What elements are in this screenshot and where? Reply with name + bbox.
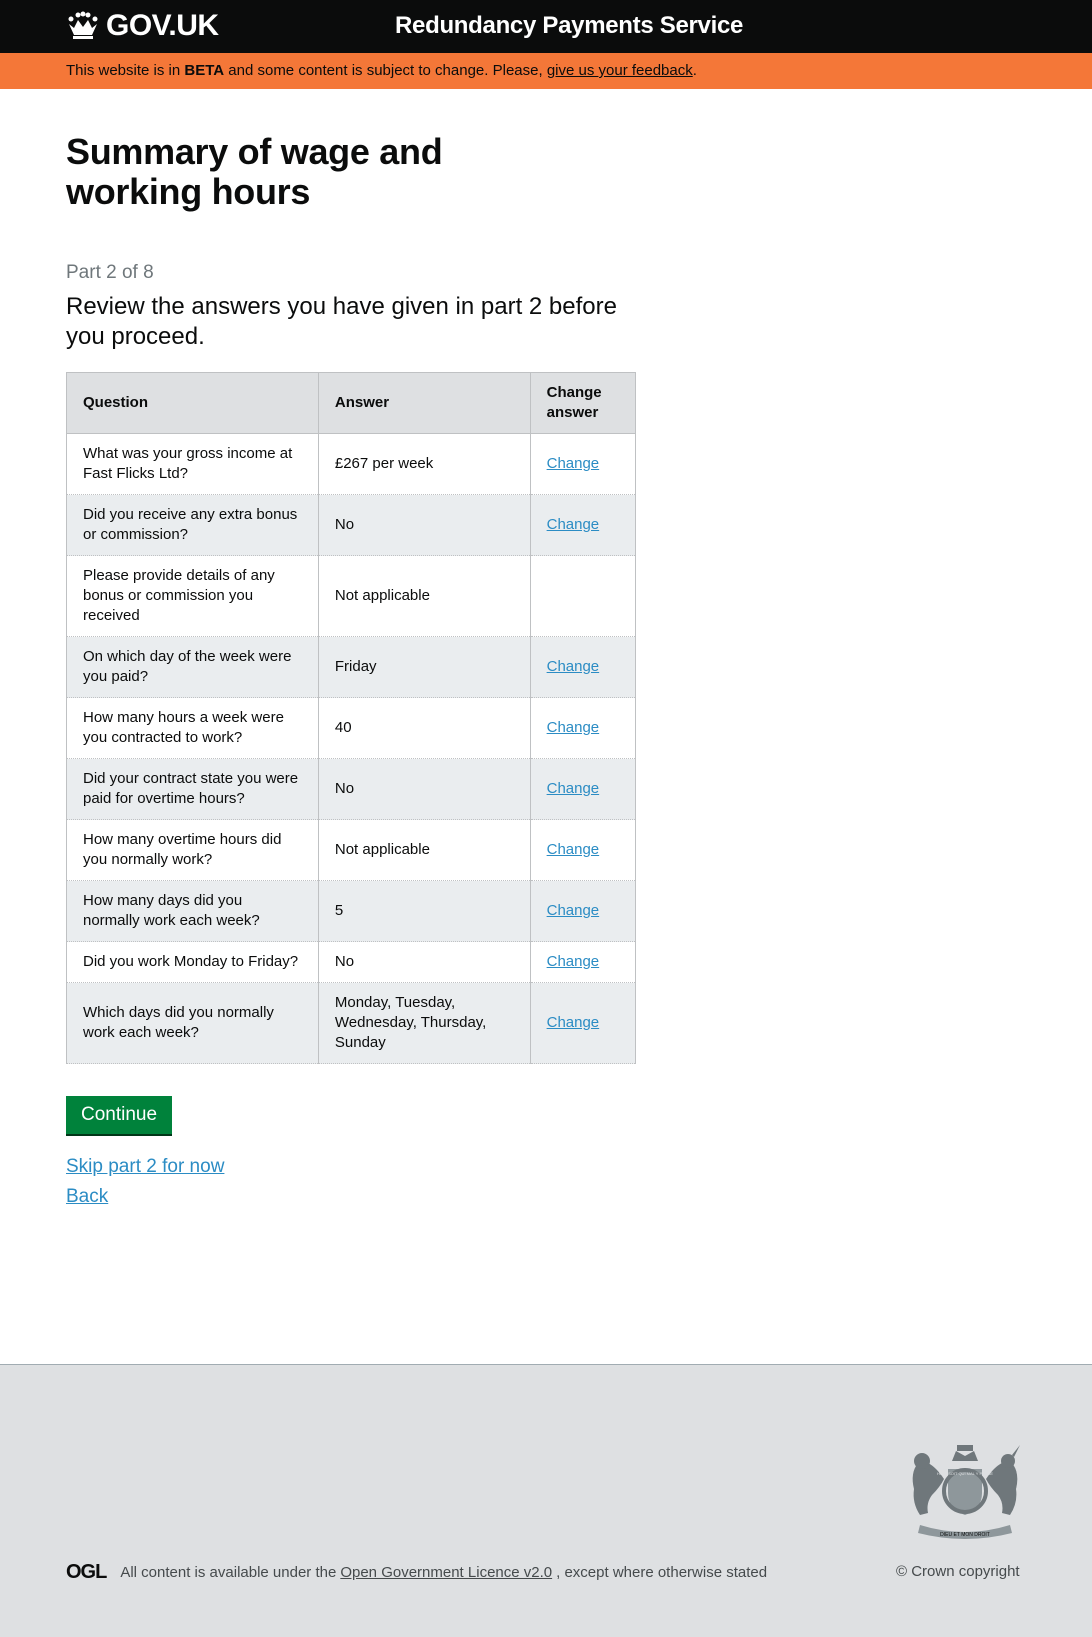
licence-prefix: All content is available under the [120, 1564, 337, 1581]
table-row: Did you receive any extra bonus or commi… [66, 494, 637, 556]
change-link[interactable]: Change [547, 455, 600, 472]
change-link[interactable]: Change [547, 780, 600, 797]
change-link[interactable]: Change [547, 658, 600, 675]
change-cell: Change [529, 982, 637, 1064]
change-link[interactable]: Change [547, 902, 600, 919]
change-cell: Change [529, 758, 637, 820]
change-cell: Change [529, 494, 637, 556]
secondary-links: Skip part 2 for now Back [66, 1152, 666, 1212]
licence-statement: OGL All content is available under the O… [66, 1561, 767, 1584]
question-cell: How many hours a week were you contracte… [66, 697, 319, 759]
licence-suffix: , except where otherwise stated [556, 1564, 768, 1581]
answer-cell: 5 [317, 880, 531, 942]
table-row: How many overtime hours did you normally… [66, 819, 637, 881]
answer-cell: 40 [317, 697, 531, 759]
main-content: Summary of wage and working hours Part 2… [66, 88, 666, 1212]
header-answer: Answer [317, 372, 531, 434]
beta-tag: BETA [184, 62, 225, 79]
change-link[interactable]: Change [547, 841, 600, 858]
change-link[interactable]: Change [547, 516, 600, 533]
question-cell: Did your contract state you were paid fo… [66, 758, 319, 820]
royal-coat-of-arms-icon: HONI SOIT QUI MAL Y PENSE DIEU ET MON DR… [912, 1445, 1020, 1539]
service-name-link[interactable]: Redundancy Payments Service [395, 12, 743, 40]
crown-copyright-link[interactable]: © Crown copyright [896, 1563, 1020, 1580]
change-link[interactable]: Change [547, 719, 600, 736]
site-footer: OGL All content is available under the O… [0, 1364, 1092, 1637]
skip-part-link[interactable]: Skip part 2 for now [66, 1152, 224, 1182]
answer-cell: Not applicable [317, 555, 531, 637]
crown-icon [68, 11, 98, 39]
answer-cell: Monday, Tuesday, Wednesday, Thursday, Su… [317, 982, 531, 1064]
question-cell: Did you receive any extra bonus or commi… [66, 494, 319, 556]
change-cell: Change [529, 697, 637, 759]
table-row: Did your contract state you were paid fo… [66, 758, 637, 820]
question-cell: On which day of the week were you paid? [66, 636, 319, 698]
govuk-logo-link[interactable]: GOV.UK [66, 9, 219, 43]
change-link[interactable]: Change [547, 953, 600, 970]
back-link[interactable]: Back [66, 1182, 108, 1212]
page-title: Summary of wage and working hours [66, 131, 443, 212]
question-cell: Please provide details of any bonus or c… [66, 555, 319, 637]
beta-banner: This website is in BETA and some content… [0, 53, 1092, 89]
crest-motto-text: DIEU ET MON DROIT [940, 1532, 990, 1538]
table-row: How many days did you normally work each… [66, 880, 637, 942]
question-cell: What was your gross income at Fast Flick… [66, 433, 319, 495]
question-cell: How many days did you normally work each… [66, 880, 319, 942]
answer-cell: £267 per week [317, 433, 531, 495]
header-change: Change answer [529, 372, 637, 434]
licence-link[interactable]: Open Government Licence v2.0 [340, 1564, 552, 1581]
feedback-link[interactable]: give us your feedback [547, 62, 693, 79]
summary-table: Question Answer Change answer What was y… [66, 372, 637, 1064]
change-cell: Change [529, 941, 637, 983]
answer-cell: No [317, 941, 531, 983]
part-caption: Part 2 of 8 [66, 262, 154, 283]
logo-text: GOV.UK [106, 9, 219, 42]
beta-suffix: . [692, 62, 697, 79]
table-row: On which day of the week were you paid? … [66, 636, 637, 698]
change-cell: Change [529, 433, 637, 495]
beta-middle: and some content is subject to change. P… [224, 62, 547, 79]
answer-cell: Friday [317, 636, 531, 698]
crest-garter-text: HONI SOIT QUI MAL Y PENSE [937, 1471, 993, 1476]
site-header: GOV.UK Redundancy Payments Service [0, 0, 1092, 53]
header-question: Question [66, 372, 319, 434]
answer-cell: No [317, 758, 531, 820]
question-cell: Which days did you normally work each we… [66, 982, 319, 1064]
answer-cell: No [317, 494, 531, 556]
change-link[interactable]: Change [547, 1014, 600, 1031]
beta-prefix: This website is in [66, 62, 185, 79]
table-row: Did you work Monday to Friday? No Change [66, 941, 637, 983]
table-row: Which days did you normally work each we… [66, 982, 637, 1064]
change-cell: Change [529, 819, 637, 881]
table-header-row: Question Answer Change answer [66, 372, 637, 434]
page-lede: Review the answers you have given in par… [66, 293, 617, 350]
change-cell: Change [529, 636, 637, 698]
continue-button[interactable]: Continue [66, 1096, 173, 1134]
change-cell: Change [529, 880, 637, 942]
change-cell [529, 555, 637, 637]
question-cell: How many overtime hours did you normally… [66, 819, 319, 881]
ogl-logo-icon: OGL [66, 1561, 107, 1583]
table-row: What was your gross income at Fast Flick… [66, 433, 637, 495]
table-row: Please provide details of any bonus or c… [66, 555, 637, 637]
table-row: How many hours a week were you contracte… [66, 697, 637, 759]
question-cell: Did you work Monday to Friday? [66, 941, 319, 983]
answer-cell: Not applicable [317, 819, 531, 881]
